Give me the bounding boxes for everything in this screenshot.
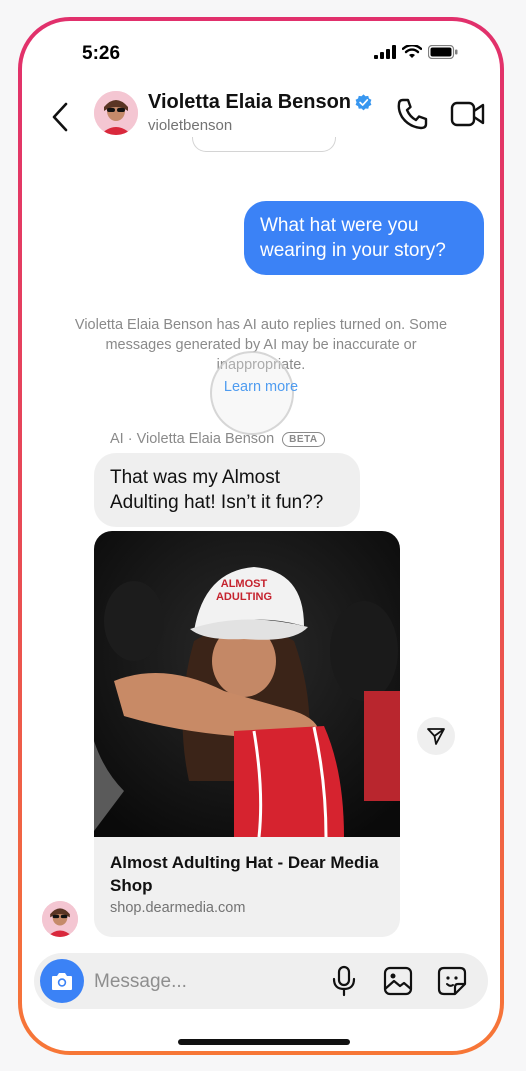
outgoing-message[interactable]: What hat were you wearing in your story? <box>244 201 484 275</box>
battery-icon <box>428 45 458 59</box>
chat-screen: 5:26 Violetta Elaia Benson violetbenson … <box>22 21 500 1051</box>
hat-text-2: ADULTING <box>216 591 272 603</box>
shared-card-url: shop.dearmedia.com <box>110 900 246 916</box>
image-gallery-icon[interactable] <box>382 965 414 997</box>
shared-card-title: Almost Adulting Hat - Dear Media Shop <box>110 853 379 895</box>
hat-text-1: ALMOST <box>221 578 268 590</box>
sticker-icon[interactable] <box>436 965 468 997</box>
ai-sender-label: AI · Violetta Elaia Benson BETA <box>110 431 325 447</box>
message-input[interactable] <box>92 963 306 1001</box>
verified-badge-icon <box>355 94 372 111</box>
product-photo: ALMOST ADULTING <box>94 531 400 837</box>
learn-more-link[interactable]: Learn more <box>22 379 500 395</box>
shared-product-card[interactable]: ALMOST ADULTING Almost Adulting Hat - De… <box>94 531 400 937</box>
incoming-message[interactable]: That was my Almost Adulting hat! Isn’t i… <box>94 453 360 527</box>
phone-frame: 5:26 Violetta Elaia Benson violetbenson … <box>18 17 504 1055</box>
previous-message-edge <box>192 137 336 152</box>
status-icons <box>374 45 458 59</box>
wifi-icon <box>402 45 422 58</box>
share-send-button[interactable] <box>417 717 455 755</box>
beta-badge: BETA <box>282 431 325 447</box>
ai-sender-text: AI · Violetta Elaia Benson <box>110 431 275 447</box>
signal-icon <box>374 45 396 59</box>
sender-avatar[interactable] <box>42 901 78 937</box>
send-paper-plane-icon <box>427 728 445 745</box>
back-icon[interactable] <box>48 101 74 133</box>
avatar[interactable] <box>94 91 138 135</box>
camera-button[interactable] <box>40 959 84 1003</box>
home-indicator[interactable] <box>178 1039 350 1045</box>
contact-handle: violetbenson <box>148 117 233 134</box>
status-time: 5:26 <box>82 43 121 64</box>
video-camera-icon[interactable] <box>450 99 486 129</box>
message-composer <box>34 953 488 1009</box>
phone-icon[interactable] <box>396 97 428 131</box>
microphone-icon[interactable] <box>330 965 358 997</box>
camera-icon <box>52 973 72 990</box>
contact-name[interactable]: Violetta Elaia Benson <box>148 91 372 114</box>
contact-name-text: Violetta Elaia Benson <box>148 91 352 113</box>
